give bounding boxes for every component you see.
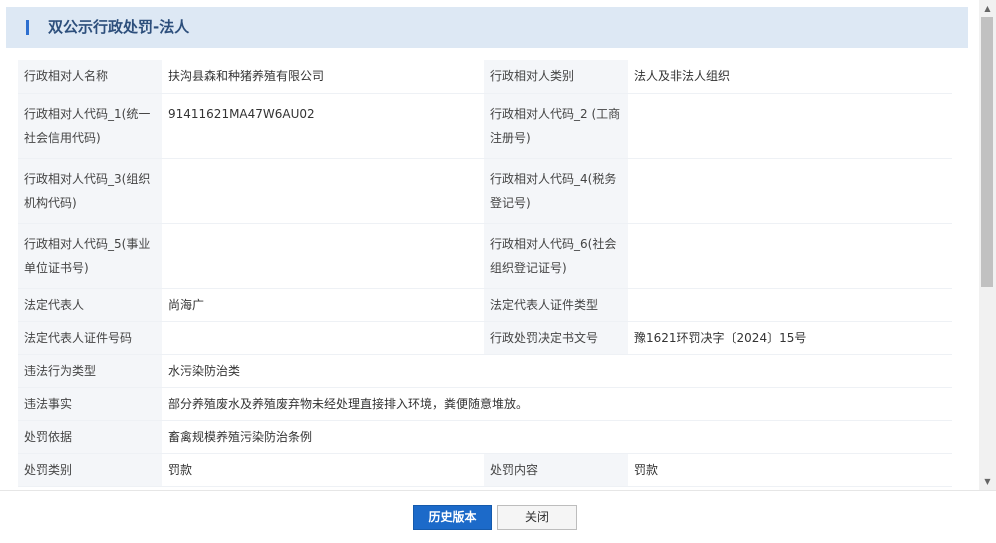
field-label: 法定代表人证件类型: [484, 288, 628, 322]
field-value: 尚海广: [162, 288, 484, 322]
table-row: 法定代表人 尚海广 法定代表人证件类型: [18, 288, 952, 322]
history-version-button[interactable]: 历史版本: [413, 505, 492, 530]
field-value: 91411621MA47W6AU02: [162, 93, 484, 159]
field-value: 豫1621环罚决字〔2024〕15号: [628, 321, 952, 355]
field-label: 处罚内容: [484, 453, 628, 487]
field-label: 违法行为类型: [18, 354, 162, 388]
field-label: 行政相对人代码_2 (工商注册号): [484, 93, 628, 159]
field-label: 行政相对人代码_1(统一社会信用代码): [18, 93, 162, 159]
field-value: [162, 223, 484, 289]
field-value: [628, 288, 952, 322]
field-label: 行政处罚决定书文号: [484, 321, 628, 355]
field-value: 罚款: [628, 453, 952, 487]
footer-bar: 历史版本 关闭: [0, 490, 996, 543]
header-accent-bar: [26, 20, 29, 35]
field-value: 部分养殖废水及养殖废弃物未经处理直接排入环境，粪便随意堆放。: [162, 387, 952, 421]
field-label: 行政相对人代码_4(税务登记号): [484, 158, 628, 224]
field-value: 畜禽规模养殖污染防治条例: [162, 420, 952, 454]
field-value: 罚款: [162, 453, 484, 487]
field-value: [162, 321, 484, 355]
table-row: 法定代表人证件号码 行政处罚决定书文号 豫1621环罚决字〔2024〕15号: [18, 321, 952, 355]
field-value: 扶沟县森和种猪养殖有限公司: [162, 60, 484, 94]
scroll-down-arrow-icon[interactable]: ▼: [979, 473, 996, 490]
field-label: 法定代表人证件号码: [18, 321, 162, 355]
table-row: 违法行为类型 水污染防治类: [18, 354, 952, 388]
field-label: 处罚类别: [18, 453, 162, 487]
field-value: 水污染防治类: [162, 354, 952, 388]
field-label: 处罚依据: [18, 420, 162, 454]
table-row: 处罚类别 罚款 处罚内容 罚款: [18, 453, 952, 487]
field-value: [628, 93, 952, 159]
field-label: 法定代表人: [18, 288, 162, 322]
table-row: 行政相对人代码_3(组织机构代码) 行政相对人代码_4(税务登记号): [18, 158, 952, 224]
vertical-scrollbar[interactable]: ▲ ▼: [979, 0, 996, 490]
detail-panel: 双公示行政处罚-法人 行政相对人名称 扶沟县森和种猪养殖有限公司 行政相对人类别…: [0, 0, 979, 490]
scroll-up-arrow-icon[interactable]: ▲: [979, 0, 996, 17]
field-value: [628, 223, 952, 289]
field-value: 法人及非法人组织: [628, 60, 952, 94]
page-title: 双公示行政处罚-法人: [48, 18, 190, 36]
field-label: 行政相对人名称: [18, 60, 162, 94]
section-header: 双公示行政处罚-法人: [6, 7, 968, 48]
field-label: 行政相对人代码_5(事业单位证书号): [18, 223, 162, 289]
scrollbar-thumb[interactable]: [981, 17, 993, 287]
table-row: 处罚依据 畜禽规模养殖污染防治条例: [18, 420, 952, 454]
info-table: 行政相对人名称 扶沟县森和种猪养殖有限公司 行政相对人类别 法人及非法人组织 行…: [18, 60, 952, 487]
field-label: 行政相对人类别: [484, 60, 628, 94]
field-label: 行政相对人代码_6(社会组织登记证号): [484, 223, 628, 289]
table-row: 行政相对人代码_5(事业单位证书号) 行政相对人代码_6(社会组织登记证号): [18, 223, 952, 289]
table-row: 行政相对人代码_1(统一社会信用代码) 91411621MA47W6AU02 行…: [18, 93, 952, 159]
close-button[interactable]: 关闭: [497, 505, 577, 530]
table-row: 违法事实 部分养殖废水及养殖废弃物未经处理直接排入环境，粪便随意堆放。: [18, 387, 952, 421]
field-value: [628, 158, 952, 224]
field-label: 行政相对人代码_3(组织机构代码): [18, 158, 162, 224]
field-value: [162, 158, 484, 224]
field-label: 违法事实: [18, 387, 162, 421]
table-row: 行政相对人名称 扶沟县森和种猪养殖有限公司 行政相对人类别 法人及非法人组织: [18, 60, 952, 94]
